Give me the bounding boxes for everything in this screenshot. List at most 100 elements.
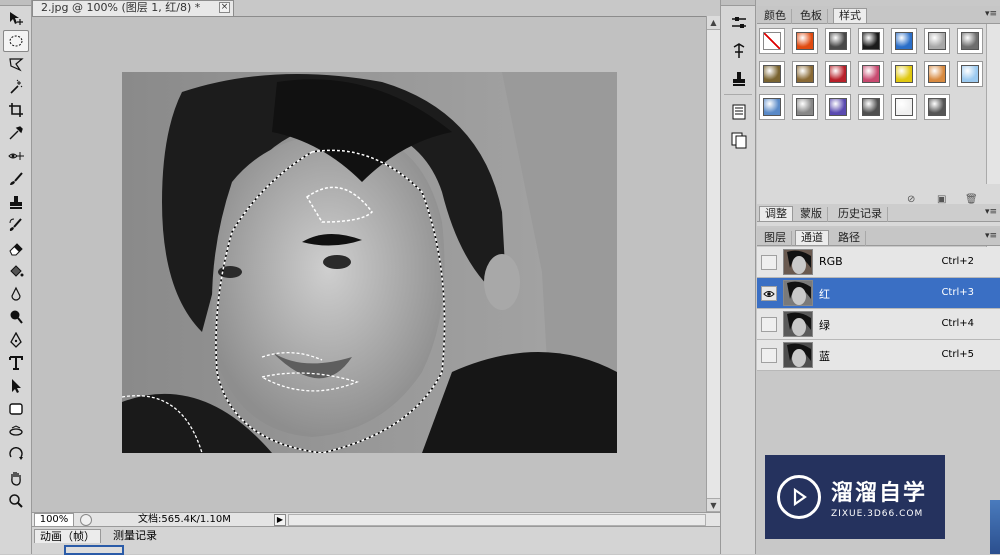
navigator-icon[interactable] [80, 514, 92, 526]
visibility-eye-icon[interactable] [761, 317, 777, 332]
tab-animation[interactable]: 动画（帧） [34, 529, 101, 543]
adjust-levels-button[interactable] [727, 12, 751, 34]
style-swatch-brown-gradient[interactable] [792, 61, 818, 87]
tab-swatches[interactable]: 色板 [795, 9, 828, 24]
channel-row[interactable]: RGB Ctrl+2 [757, 247, 1000, 278]
zoom-tool[interactable] [3, 490, 29, 512]
clone-stamp-icon [10, 196, 22, 209]
style-swatch-fill [763, 65, 781, 83]
pen-tool[interactable] [3, 329, 29, 351]
brush-tool[interactable] [3, 168, 29, 190]
spot-heal-tool[interactable] [3, 145, 29, 167]
style-swatch-sky-landscape[interactable] [759, 94, 785, 120]
style-swatch-red-glow[interactable] [792, 28, 818, 54]
style-swatch-gray-pattern[interactable] [792, 94, 818, 120]
style-swatch-none[interactable] [759, 28, 785, 54]
style-swatch-red-pattern[interactable] [825, 61, 851, 87]
style-swatch-dark-gray-2[interactable] [924, 94, 950, 120]
channel-thumbnail [783, 311, 813, 337]
pen-icon [10, 332, 22, 348]
blur-tool[interactable] [3, 283, 29, 305]
shape-tool[interactable] [3, 398, 29, 420]
style-swatch-light-gray[interactable] [924, 28, 950, 54]
channel-name: 蓝 [819, 350, 830, 363]
visibility-eye-icon[interactable] [761, 286, 777, 301]
adjustments-panel-header: 调整 蒙版 历史记录 ▾≡ [757, 204, 1000, 222]
clone-stamp-tool[interactable] [3, 191, 29, 213]
channels-panel-menu-icon[interactable]: ▾≡ [985, 231, 997, 241]
copy-doc-button[interactable] [727, 129, 751, 151]
canvas-horizontal-scrollbar[interactable] [288, 514, 706, 526]
close-icon[interactable]: × [219, 2, 230, 13]
bottom-panel: 动画（帧） 测量记录 [32, 526, 720, 555]
style-swatch-gradient-gray[interactable] [957, 28, 983, 54]
tab-adjustments[interactable]: 调整 [759, 206, 793, 221]
style-swatch-dark-gray[interactable] [825, 28, 851, 54]
3d-orbit-tool[interactable] [3, 444, 29, 466]
style-swatch-fill [829, 65, 847, 83]
style-swatch-multicolor[interactable] [858, 61, 884, 87]
styles-scrollbar[interactable] [986, 24, 1000, 184]
adjust-panel-menu-icon[interactable]: ▾≡ [985, 207, 997, 217]
style-swatch-purple-blue[interactable] [825, 94, 851, 120]
style-swatch-outline-white[interactable] [891, 94, 917, 120]
visibility-eye-icon[interactable] [761, 348, 777, 363]
tab-history[interactable]: 历史记录 [833, 207, 888, 222]
style-swatch-fill [796, 32, 814, 50]
visibility-eye-icon[interactable] [761, 255, 777, 270]
marquee-tool[interactable] [3, 30, 29, 52]
style-swatch-fill [928, 98, 946, 116]
scroll-up-icon[interactable]: ▲ [707, 16, 720, 30]
channel-row[interactable]: 蓝 Ctrl+5 [757, 340, 1000, 371]
style-swatch-orange-tan[interactable] [924, 61, 950, 87]
channel-row[interactable]: 红 Ctrl+3 [757, 278, 1000, 309]
tab-styles[interactable]: 样式 [833, 8, 867, 23]
style-swatch-light-blue[interactable] [957, 61, 983, 87]
magic-wand-tool[interactable] [3, 76, 29, 98]
lasso-tool[interactable] [3, 53, 29, 75]
crop-tool[interactable] [3, 99, 29, 121]
style-swatch-olive-brown[interactable] [759, 61, 785, 87]
style-swatch-fill [796, 98, 814, 116]
lasso-icon [9, 58, 24, 72]
scroll-down-icon[interactable]: ▼ [707, 498, 720, 512]
hand-tool[interactable] [3, 467, 29, 489]
channel-row[interactable]: 绿 Ctrl+4 [757, 309, 1000, 340]
tab-paths[interactable]: 路径 [833, 231, 866, 246]
tab-layers[interactable]: 图层 [759, 231, 792, 246]
zoom-field[interactable]: 100% [34, 513, 74, 527]
channel-name: 绿 [819, 319, 830, 332]
eyedropper-tool[interactable] [3, 122, 29, 144]
tools-panel [0, 0, 32, 554]
3d-rotate-tool[interactable] [3, 421, 29, 443]
panel-menu-icon[interactable]: ▾≡ [985, 9, 997, 19]
stamp-button[interactable] [727, 68, 751, 90]
history-brush-tool[interactable] [3, 214, 29, 236]
style-swatch-charcoal[interactable] [858, 94, 884, 120]
3d-tools-button[interactable] [727, 40, 751, 62]
tab-measurement-log[interactable]: 测量记录 [108, 529, 162, 543]
tab-masks[interactable]: 蒙版 [795, 207, 828, 222]
tab-channels[interactable]: 通道 [795, 230, 829, 245]
styles-panel: 颜色 色板 样式 ▾≡ ⊘ ▣ 🗑 [757, 6, 1000, 205]
tools-grip[interactable] [0, 0, 31, 6]
document-tab[interactable]: 2.jpg @ 100% (图层 1, 红/8) * × [32, 0, 234, 16]
path-select-tool[interactable] [3, 375, 29, 397]
tab-color[interactable]: 颜色 [759, 9, 792, 24]
layers-doc-button[interactable] [727, 101, 751, 123]
photo-canvas[interactable] [122, 72, 617, 453]
type-tool[interactable] [3, 352, 29, 374]
style-swatch-blue-glossy[interactable] [891, 28, 917, 54]
move-tool[interactable] [3, 7, 29, 29]
eraser-tool[interactable] [3, 237, 29, 259]
document-tab-title: 2.jpg @ 100% (图层 1, 红/8) * [41, 1, 201, 14]
dodge-tool[interactable] [3, 306, 29, 328]
crop-icon [9, 103, 23, 117]
paint-bucket-tool[interactable] [3, 260, 29, 282]
style-swatch-black-glossy[interactable] [858, 28, 884, 54]
canvas-vertical-scrollbar[interactable]: ▲ ▼ [706, 16, 720, 512]
stamp-icon [733, 72, 745, 86]
style-swatch-yellow-pattern[interactable] [891, 61, 917, 87]
dock-grip[interactable] [721, 0, 755, 6]
status-menu-arrow-icon[interactable]: ▶ [274, 514, 286, 526]
